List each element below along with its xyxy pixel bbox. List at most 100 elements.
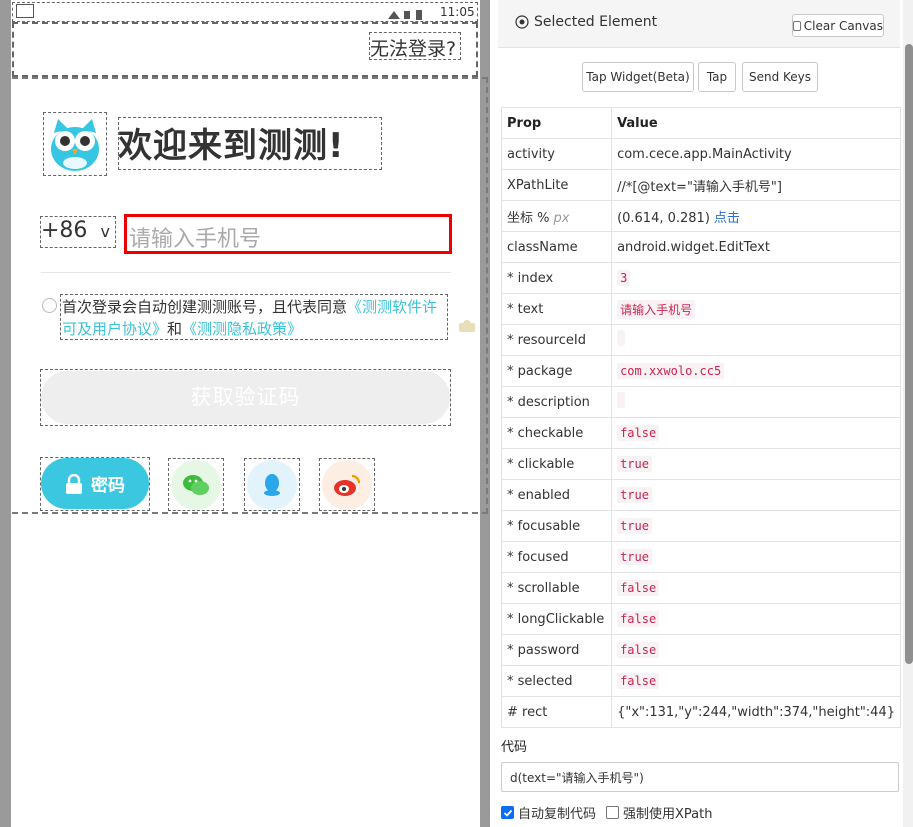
table-row: * text 请输入手机号: [501, 293, 901, 325]
prop-value-text: false: [617, 642, 660, 658]
inspector-title-text: Selected Element: [534, 14, 658, 30]
prop-value-text: [617, 392, 626, 408]
prop-name-text: XPathLite: [507, 177, 569, 193]
chevron-down-icon: v: [100, 222, 110, 241]
target-icon: [515, 15, 529, 29]
lock-icon: [66, 473, 82, 494]
prop-name: 坐标 % px: [501, 200, 613, 232]
prop-value-text: false: [617, 580, 660, 596]
value-column-header: Value: [611, 107, 901, 139]
prop-name-text: * text: [507, 301, 544, 317]
terms-prefix: 首次登录会自动创建测测账号，且代表同意: [62, 298, 348, 316]
checkmark-icon: [503, 809, 512, 817]
table-row: * enabled true: [501, 479, 901, 511]
properties-body: activity com.cece.app.MainActivity XPathLi…: [501, 138, 901, 728]
prop-name: * enabled: [501, 479, 613, 511]
prop-unit-toggle[interactable]: px: [554, 211, 570, 226]
clear-canvas-button[interactable]: Clear Canvas: [792, 14, 884, 37]
country-code-value: +86: [41, 218, 88, 243]
prop-value-text: true: [617, 518, 652, 534]
prop-value: true: [611, 448, 901, 480]
prop-value: 请输入手机号: [611, 293, 901, 325]
qq-icon: [264, 474, 280, 496]
tap-button[interactable]: Tap: [698, 62, 736, 92]
tap-widget-button[interactable]: Tap Widget(Beta): [582, 62, 694, 92]
qq-login-button[interactable]: [247, 460, 297, 510]
prop-value-text: true: [617, 487, 652, 503]
wechat-login-button[interactable]: [171, 460, 221, 510]
prop-name-text: * enabled: [507, 487, 570, 503]
prop-name: * selected: [501, 665, 613, 697]
prop-value: true: [611, 510, 901, 542]
prop-name-text: * checkable: [507, 425, 584, 441]
inspector-title: Selected Element: [515, 14, 657, 30]
weibo-login-button[interactable]: [322, 460, 372, 510]
prop-name: * text: [501, 293, 613, 325]
force-xpath-checkbox[interactable]: [606, 806, 620, 819]
prop-value-text: //*[@text="请输入手机号"]: [617, 179, 782, 195]
table-row: * focused true: [501, 541, 901, 573]
prop-name-text: * package: [507, 363, 573, 379]
screen-border-left: [0, 0, 11, 827]
prop-name-text: * index: [507, 270, 554, 286]
divider: [41, 272, 451, 273]
click-coordinate-link[interactable]: 点击: [714, 211, 740, 226]
prop-value: false: [611, 634, 901, 666]
prop-value: (0.614, 0.281) 点击: [611, 200, 901, 232]
prop-name-text: className: [507, 239, 578, 255]
table-row: XPathLite //*[@text="请输入手机号"]: [501, 169, 901, 201]
prop-value-text: false: [617, 425, 660, 441]
cannot-login-link[interactable]: 无法登录?: [369, 32, 461, 60]
clear-canvas-label: Clear Canvas: [803, 18, 883, 33]
prop-value: [611, 324, 901, 356]
get-verification-code-button[interactable]: 获取验证码: [41, 371, 450, 424]
prop-value-text: [617, 330, 626, 346]
country-code-select[interactable]: +86 v: [41, 218, 110, 243]
auto-copy-label: 自动复制代码: [518, 807, 597, 822]
prop-name-text: 坐标 %: [507, 210, 550, 226]
prop-name: * checkable: [501, 417, 613, 449]
terms-text: 首次登录会自动创建测测账号，且代表同意《测测软件许可及用户协议》和《测测隐私政策…: [62, 296, 446, 340]
prop-name: * password: [501, 634, 613, 666]
scrollbar-thumb[interactable]: [905, 44, 913, 664]
prop-name: XPathLite: [501, 169, 613, 201]
password-login-button[interactable]: 密码: [41, 458, 149, 509]
auto-copy-checkbox[interactable]: [501, 806, 514, 819]
prop-value: 3: [611, 262, 901, 294]
inspector-panel: Selected Element Clear Canvas Tap Widget…: [498, 0, 913, 827]
phone-number-input[interactable]: 请输入手机号: [124, 214, 452, 254]
prop-name-text: * longClickable: [507, 611, 605, 627]
prop-value-text: 请输入手机号: [617, 299, 696, 319]
prop-name: * description: [501, 386, 613, 418]
prop-name: * focusable: [501, 510, 613, 542]
table-row: * index 3: [501, 262, 901, 294]
prop-value-text: false: [617, 611, 660, 627]
prop-value: false: [611, 665, 901, 697]
table-row: * resourceId: [501, 324, 901, 356]
prop-name-text: * scrollable: [507, 580, 580, 596]
floating-badge-icon: [458, 318, 476, 332]
owl-logo-icon: [51, 119, 99, 171]
table-row: activity com.cece.app.MainActivity: [501, 138, 901, 170]
status-icons: [386, 6, 426, 20]
privacy-policy-link[interactable]: 《测测隐私政策》: [182, 320, 302, 338]
prop-value-text: true: [617, 456, 652, 472]
clear-canvas-checkbox-icon: [793, 20, 801, 31]
prop-value: android.widget.EditText: [611, 231, 901, 263]
prop-name-text: * password: [507, 642, 580, 658]
table-row: * password false: [501, 634, 901, 666]
prop-name: activity: [501, 138, 613, 170]
prop-name: * clickable: [501, 448, 613, 480]
prop-value: com.xxwolo.cc5: [611, 355, 901, 387]
code-snippet-field[interactable]: d(text="请输入手机号"): [501, 762, 899, 792]
welcome-title: 欢迎来到测测!: [118, 126, 345, 166]
prop-name-text: * selected: [507, 673, 573, 689]
send-keys-button[interactable]: Send Keys: [742, 62, 818, 92]
wifi-battery-icon: [388, 10, 422, 20]
status-time: 11:05: [440, 5, 475, 19]
agree-radio[interactable]: [42, 298, 57, 313]
table-row: className android.widget.EditText: [501, 231, 901, 263]
table-row: 坐标 % px (0.614, 0.281) 点击: [501, 200, 901, 232]
prop-value-text: true: [617, 549, 652, 565]
prop-value-text: 3: [617, 270, 631, 286]
